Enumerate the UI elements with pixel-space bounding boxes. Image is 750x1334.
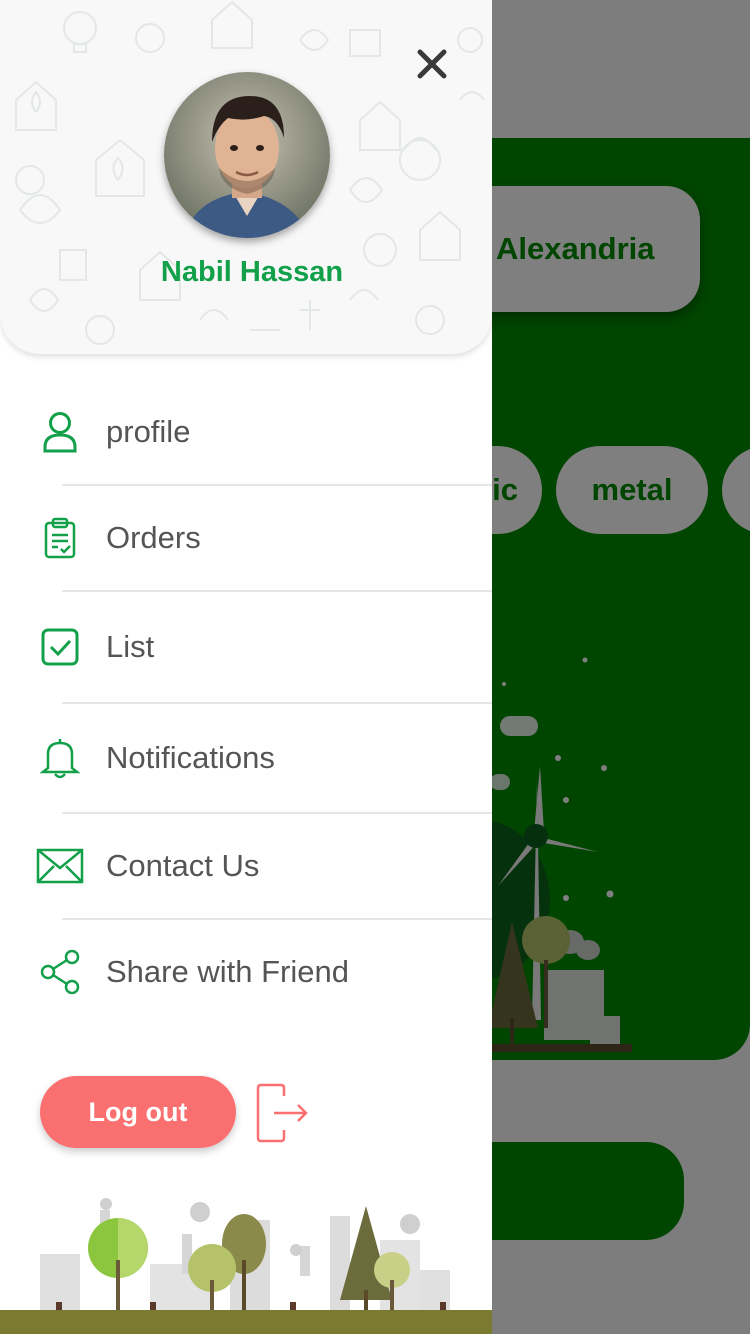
avatar[interactable] <box>164 72 330 238</box>
share-icon <box>34 946 86 998</box>
checkbox-icon <box>34 621 86 673</box>
menu-item-notifications[interactable]: Notifications <box>0 704 492 812</box>
logout-button[interactable]: Log out <box>40 1076 236 1148</box>
avatar-photo <box>164 72 330 238</box>
menu-item-label: profile <box>106 414 191 449</box>
menu-item-label: Orders <box>106 520 201 555</box>
menu-item-label: Contact Us <box>106 848 260 883</box>
menu-item-profile[interactable]: profile <box>0 380 492 484</box>
user-name: Nabil Hassan <box>160 256 344 288</box>
drawer-header: Nabil Hassan <box>0 0 492 354</box>
menu-item-label: Notifications <box>106 740 275 775</box>
menu-item-share[interactable]: Share with Friend <box>0 920 492 1024</box>
logout-icon[interactable] <box>254 1082 310 1144</box>
menu-item-list[interactable]: List <box>0 592 492 702</box>
menu-item-label: Share with Friend <box>106 954 349 989</box>
user-icon <box>34 406 86 458</box>
menu-item-orders[interactable]: Orders <box>0 486 492 590</box>
clipboard-icon <box>34 512 86 564</box>
menu-item-label: List <box>106 629 155 664</box>
navigation-drawer: Nabil Hassan profile Orders List Notific… <box>0 0 492 1334</box>
city-trees-illustration <box>0 1198 492 1334</box>
close-icon <box>417 49 447 79</box>
envelope-icon <box>34 840 86 892</box>
close-button[interactable] <box>410 42 454 86</box>
drawer-menu: profile Orders List Notifications Contac… <box>0 380 492 1024</box>
bell-icon <box>34 732 86 784</box>
menu-item-contact-us[interactable]: Contact Us <box>0 814 492 918</box>
